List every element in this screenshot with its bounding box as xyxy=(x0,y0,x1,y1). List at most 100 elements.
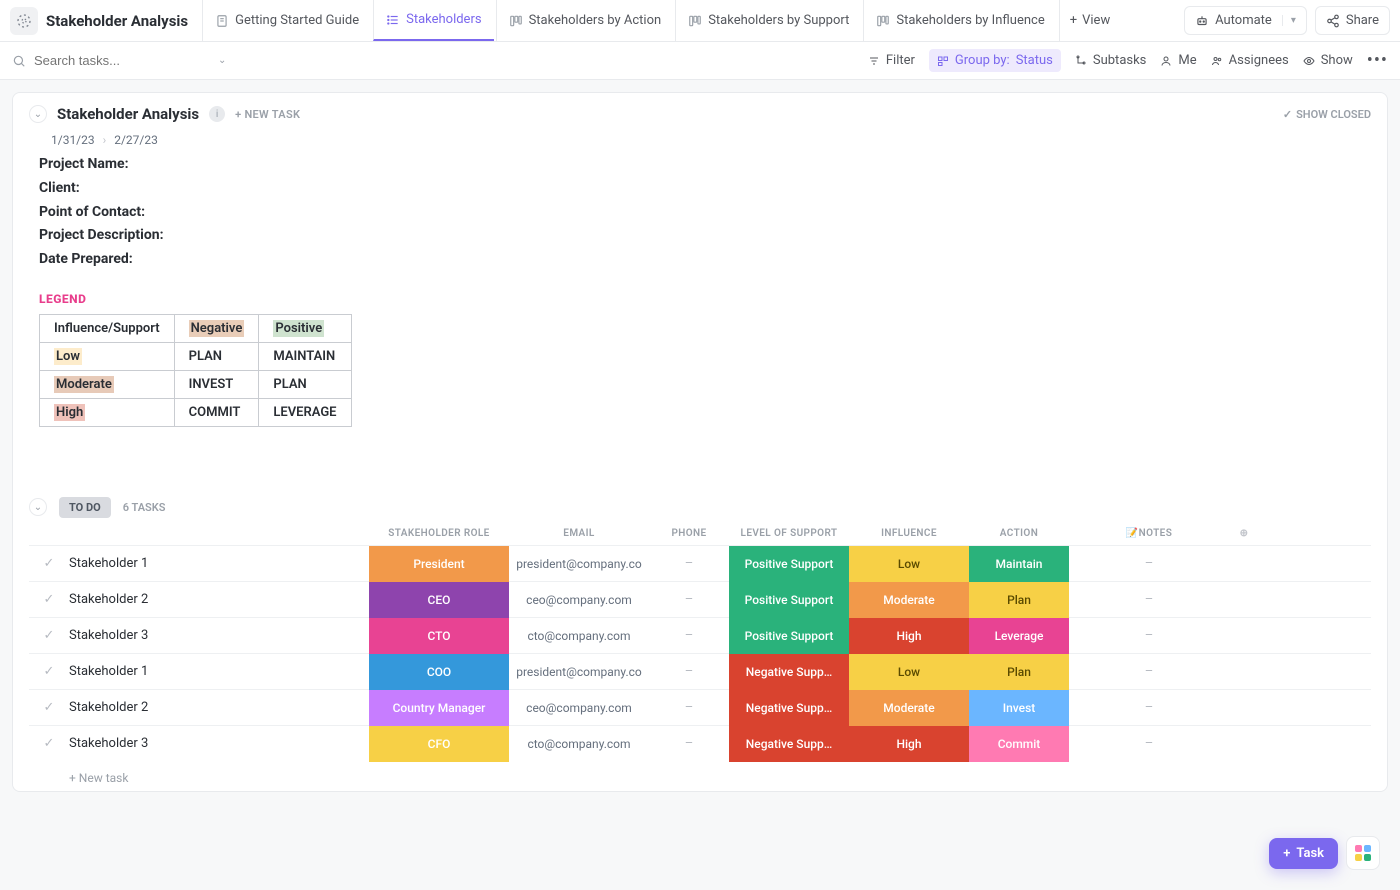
show-button[interactable]: Show xyxy=(1303,53,1353,68)
group-collapse-toggle[interactable]: ⌄ xyxy=(29,498,47,516)
task-name[interactable]: Stakeholder 1 xyxy=(69,556,369,571)
tab-stakeholders[interactable]: Stakeholders xyxy=(373,0,493,41)
support-tag[interactable]: Positive Support xyxy=(729,546,849,582)
add-view-button[interactable]: + View xyxy=(1059,0,1121,41)
notes-cell[interactable]: – xyxy=(1069,628,1229,643)
automate-button[interactable]: Automate ▾ xyxy=(1184,6,1307,35)
notes-cell[interactable]: – xyxy=(1069,556,1229,571)
phone-cell[interactable]: – xyxy=(649,664,729,679)
phone-cell[interactable]: – xyxy=(649,700,729,715)
more-menu-button[interactable]: ••• xyxy=(1367,50,1388,71)
action-tag[interactable]: Commit xyxy=(969,726,1069,762)
notes-cell[interactable]: – xyxy=(1069,736,1229,751)
chevron-down-icon[interactable]: ▾ xyxy=(1282,15,1296,26)
date-range[interactable]: 1/31/23 › 2/27/23 xyxy=(51,133,1371,147)
col-notes[interactable]: 📝NOTES xyxy=(1069,528,1229,539)
subtasks-button[interactable]: Subtasks xyxy=(1075,53,1147,68)
status-pill[interactable]: TO DO xyxy=(59,497,111,518)
influence-tag[interactable]: High xyxy=(849,618,969,654)
email-cell[interactable]: president@company.co xyxy=(509,665,649,679)
col-influence[interactable]: INFLUENCE xyxy=(849,528,969,539)
task-name[interactable]: Stakeholder 2 xyxy=(69,700,369,715)
chevron-down-icon[interactable]: ⌄ xyxy=(218,55,226,66)
date-end: 2/27/23 xyxy=(114,133,158,147)
role-tag[interactable]: President xyxy=(369,546,509,582)
task-row[interactable]: ✓Stakeholder 3CFOcto@company.com–Negativ… xyxy=(29,725,1371,761)
role-tag[interactable]: CEO xyxy=(369,582,509,618)
influence-tag[interactable]: Low xyxy=(849,654,969,690)
support-tag[interactable]: Negative Supp… xyxy=(729,690,849,726)
phone-cell[interactable]: – xyxy=(649,592,729,607)
task-status-check[interactable]: ✓ xyxy=(29,592,69,607)
support-tag[interactable]: Positive Support xyxy=(729,582,849,618)
task-status-check[interactable]: ✓ xyxy=(29,664,69,679)
tab-by-action[interactable]: Stakeholders by Action xyxy=(496,0,674,41)
notes-cell[interactable]: – xyxy=(1069,664,1229,679)
col-phone[interactable]: PHONE xyxy=(649,528,729,539)
task-row[interactable]: ✓Stakeholder 2CEOceo@company.com–Positiv… xyxy=(29,581,1371,617)
new-task-fab[interactable]: + Task xyxy=(1269,838,1338,869)
support-tag[interactable]: Positive Support xyxy=(729,618,849,654)
apps-fab[interactable] xyxy=(1346,836,1380,870)
action-tag[interactable]: Leverage xyxy=(969,618,1069,654)
influence-tag[interactable]: High xyxy=(849,726,969,762)
support-tag[interactable]: Negative Supp… xyxy=(729,654,849,690)
action-tag[interactable]: Invest xyxy=(969,690,1069,726)
col-email[interactable]: EMAIL xyxy=(509,528,649,539)
new-task-button[interactable]: + NEW TASK xyxy=(235,108,300,121)
info-icon[interactable]: i xyxy=(209,106,225,122)
task-row[interactable]: ✓Stakeholder 1Presidentpresident@company… xyxy=(29,545,1371,581)
email-cell[interactable]: president@company.co xyxy=(509,557,649,571)
task-name[interactable]: Stakeholder 3 xyxy=(69,628,369,643)
col-role[interactable]: STAKEHOLDER ROLE xyxy=(369,528,509,539)
role-tag[interactable]: COO xyxy=(369,654,509,690)
task-status-check[interactable]: ✓ xyxy=(29,736,69,751)
email-cell[interactable]: cto@company.com xyxy=(509,737,649,751)
collapse-toggle[interactable]: ⌄ xyxy=(29,105,47,123)
task-name[interactable]: Stakeholder 2 xyxy=(69,592,369,607)
task-status-check[interactable]: ✓ xyxy=(29,556,69,571)
email-cell[interactable]: cto@company.com xyxy=(509,629,649,643)
task-name[interactable]: Stakeholder 1 xyxy=(69,664,369,679)
notes-cell[interactable]: – xyxy=(1069,592,1229,607)
tab-getting-started[interactable]: Getting Started Guide xyxy=(202,0,371,41)
support-tag[interactable]: Negative Supp… xyxy=(729,726,849,762)
subtask-icon xyxy=(1075,55,1087,67)
show-closed-button[interactable]: ✓ SHOW CLOSED xyxy=(1283,108,1371,121)
me-button[interactable]: Me xyxy=(1160,53,1196,68)
add-column-button[interactable]: ⊕ xyxy=(1229,528,1259,539)
task-row[interactable]: ✓Stakeholder 1COOpresident@company.co–Ne… xyxy=(29,653,1371,689)
tab-by-influence[interactable]: Stakeholders by Influence xyxy=(863,0,1056,41)
col-support[interactable]: LEVEL OF SUPPORT xyxy=(729,528,849,539)
new-task-row[interactable]: + New task xyxy=(29,761,1371,785)
phone-cell[interactable]: – xyxy=(649,736,729,751)
role-tag[interactable]: CFO xyxy=(369,726,509,762)
phone-cell[interactable]: – xyxy=(649,628,729,643)
phone-cell[interactable]: – xyxy=(649,556,729,571)
task-row[interactable]: ✓Stakeholder 3CTOcto@company.com–Positiv… xyxy=(29,617,1371,653)
email-cell[interactable]: ceo@company.com xyxy=(509,701,649,715)
assignees-button[interactable]: Assignees xyxy=(1211,53,1289,68)
share-button[interactable]: Share xyxy=(1315,6,1390,35)
group-by-button[interactable]: Group by: Status xyxy=(929,49,1061,72)
action-tag[interactable]: Plan xyxy=(969,654,1069,690)
space-icon[interactable] xyxy=(10,7,38,35)
task-row[interactable]: ✓Stakeholder 2Country Managerceo@company… xyxy=(29,689,1371,725)
influence-tag[interactable]: Low xyxy=(849,546,969,582)
role-tag[interactable]: CTO xyxy=(369,618,509,654)
filter-button[interactable]: Filter xyxy=(868,53,915,68)
action-tag[interactable]: Maintain xyxy=(969,546,1069,582)
task-status-check[interactable]: ✓ xyxy=(29,700,69,715)
influence-tag[interactable]: Moderate xyxy=(849,690,969,726)
meta-point-of-contact: Point of Contact: xyxy=(39,201,1371,225)
search-input[interactable] xyxy=(34,53,210,68)
email-cell[interactable]: ceo@company.com xyxy=(509,593,649,607)
action-tag[interactable]: Plan xyxy=(969,582,1069,618)
tab-by-support[interactable]: Stakeholders by Support xyxy=(675,0,861,41)
role-tag[interactable]: Country Manager xyxy=(369,690,509,726)
task-status-check[interactable]: ✓ xyxy=(29,628,69,643)
influence-tag[interactable]: Moderate xyxy=(849,582,969,618)
col-action[interactable]: ACTION xyxy=(969,528,1069,539)
notes-cell[interactable]: – xyxy=(1069,700,1229,715)
task-name[interactable]: Stakeholder 3 xyxy=(69,736,369,751)
